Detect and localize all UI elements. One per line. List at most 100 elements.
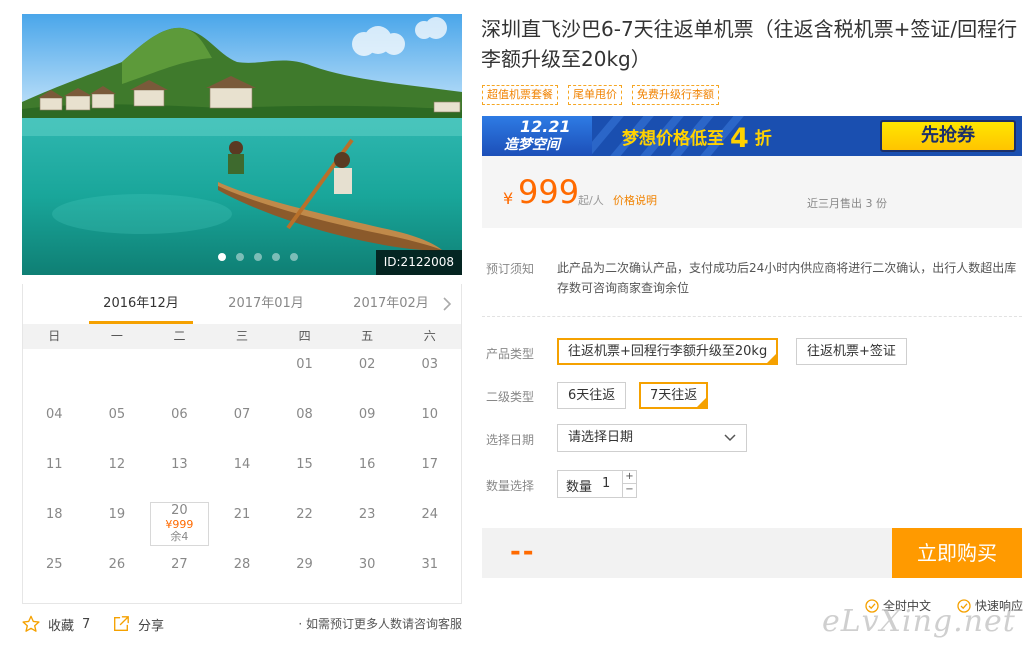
calendar-empty-cell (23, 349, 86, 399)
chevron-down-icon (724, 434, 736, 442)
calendar-day: 05 (86, 399, 149, 449)
option-roundtrip-luggage[interactable]: 往返机票+回程行李额升级至20kg (557, 338, 779, 365)
calendar-day: 04 (23, 399, 86, 449)
currency-symbol: ¥ (503, 189, 514, 208)
carousel-dot[interactable] (254, 253, 262, 261)
sold-count: 近三月售出 3 份 (807, 197, 887, 210)
product-type-label: 产品类型 (486, 347, 535, 361)
tab-month-2016-12[interactable]: 2016年12月 (89, 284, 193, 324)
calendar-day: 16 (336, 449, 399, 499)
tab-month-2017-02[interactable]: 2017年02月 (339, 284, 443, 324)
carousel-dot[interactable] (290, 253, 298, 261)
quantity-increase-button[interactable]: + (622, 471, 636, 484)
calendar-day: 26 (86, 549, 149, 599)
calendar-day-number: 12 (108, 457, 126, 472)
carousel-dots (218, 253, 298, 261)
sub-type-label: 二级类型 (486, 390, 535, 404)
carousel-dot[interactable] (218, 253, 226, 261)
calendar-day-number: 15 (296, 457, 313, 472)
date-label: 选择日期 (486, 433, 535, 447)
calendar-day-number: 24 (421, 507, 438, 522)
calendar-day: 18 (23, 499, 86, 549)
lagoon-photo (22, 14, 462, 275)
calendar-day-number: 16 (358, 457, 376, 472)
product-id-badge: ID:2122008 (375, 250, 462, 275)
favorite-count: 7 (82, 616, 91, 632)
weekday-label: 一 (110, 329, 123, 343)
calendar-day[interactable]: 20 ¥999 余4 (148, 499, 211, 549)
calendar-day-number: 13 (171, 457, 188, 472)
total-price: -- (510, 537, 536, 567)
calendar-day-number: 28 (233, 557, 251, 572)
calendar-day: 12 (86, 449, 149, 499)
calendar-day-number: 21 (233, 507, 251, 522)
price-value: 999 (518, 173, 580, 211)
promo-discount-number: 4 (730, 123, 749, 154)
calendar-day: 22 (273, 499, 336, 549)
group-booking-note: · 如需预订更多人数请咨询客服 (298, 617, 462, 631)
price-unit: 起/人 (578, 194, 604, 207)
calendar-day-price: ¥999 (165, 518, 194, 531)
weekday-label: 二 (173, 329, 186, 343)
quantity-input[interactable]: 1 (602, 476, 610, 491)
promo-banner[interactable]: 12.21 造梦空间 梦想价格低至 4 折 先抢券 (482, 116, 1022, 156)
grab-coupon-button[interactable]: 先抢券 (880, 120, 1016, 152)
calendar-day: 28 (211, 549, 274, 599)
share-icon (114, 616, 129, 631)
carousel-dot[interactable] (236, 253, 244, 261)
booking-notice: 此产品为二次确认产品，支付成功后24小时内供应商将进行二次确认，出行人数超出库存… (557, 261, 1017, 295)
calendar-day-number: 02 (358, 357, 376, 372)
calendar-day: 30 (336, 549, 399, 599)
chevron-right-icon[interactable] (440, 296, 454, 312)
calendar-day-number: 31 (421, 557, 438, 572)
calendar-day: 03 (398, 349, 461, 399)
weekday-label: 三 (236, 329, 249, 343)
weekday-label: 四 (298, 329, 311, 343)
calendar-day: 06 (148, 399, 211, 449)
price-explain-link[interactable]: 价格说明 (613, 192, 657, 208)
carousel-dot[interactable] (272, 253, 280, 261)
calendar-day: 13 (148, 449, 211, 499)
quantity-decrease-button[interactable]: − (622, 484, 636, 497)
calendar-day: 15 (273, 449, 336, 499)
calendar-day: 19 (86, 499, 149, 549)
calendar-day-number: 08 (296, 407, 313, 422)
option-6-days[interactable]: 6天往返 (557, 382, 627, 409)
share-label: 分享 (138, 618, 165, 634)
product-hero-image[interactable]: ID:2122008 (22, 14, 462, 275)
weekday-label: 六 (423, 329, 436, 343)
calendar-empty-cell (86, 349, 149, 399)
calendar-day: 11 (23, 449, 86, 499)
calendar-empty-cell (211, 349, 274, 399)
calendar-day-number: 04 (46, 407, 63, 422)
calendar-day-number: 29 (296, 557, 313, 572)
calendar-day: 02 (336, 349, 399, 399)
option-roundtrip-visa[interactable]: 往返机票+签证 (796, 338, 907, 365)
promo-slogan-prefix: 梦想价格低至 (622, 129, 724, 149)
tag-badge: 免费升级行李额 (632, 85, 719, 105)
option-7-days[interactable]: 7天往返 (639, 382, 709, 409)
calendar-day: 23 (336, 499, 399, 549)
buy-now-button[interactable]: 立即购买 (892, 528, 1022, 578)
date-select[interactable]: 请选择日期 (557, 424, 747, 452)
tag-badge: 超值机票套餐 (482, 85, 558, 105)
calendar-day-number: 20 (171, 503, 188, 518)
quantity-label: 数量选择 (486, 479, 535, 493)
favorite-button[interactable]: 收藏 7 (22, 612, 90, 636)
tab-month-2017-01[interactable]: 2017年01月 (214, 284, 318, 324)
weekday-label: 日 (48, 329, 61, 343)
calendar-day: 01 (273, 349, 336, 399)
calendar-day-number: 01 (296, 357, 313, 372)
calendar-day-number: 07 (233, 407, 251, 422)
calendar-day-number: 27 (171, 557, 188, 572)
calendar-day-number: 10 (421, 407, 438, 422)
calendar-day-grid: 01 02 03 04 05 06 07 08 09 10 11 12 13 14 15 16 17 18 19 20… (23, 349, 461, 599)
share-button[interactable]: 分享 (112, 612, 164, 636)
date-select-value: 请选择日期 (568, 430, 634, 445)
promo-slogan: 梦想价格低至 4 折 (622, 124, 772, 152)
notice-label: 预订须知 (486, 262, 535, 276)
calendar-day: 17 (398, 449, 461, 499)
calendar-day: 29 (273, 549, 336, 599)
calendar-day-number: 17 (421, 457, 438, 472)
calendar-day: 24 (398, 499, 461, 549)
